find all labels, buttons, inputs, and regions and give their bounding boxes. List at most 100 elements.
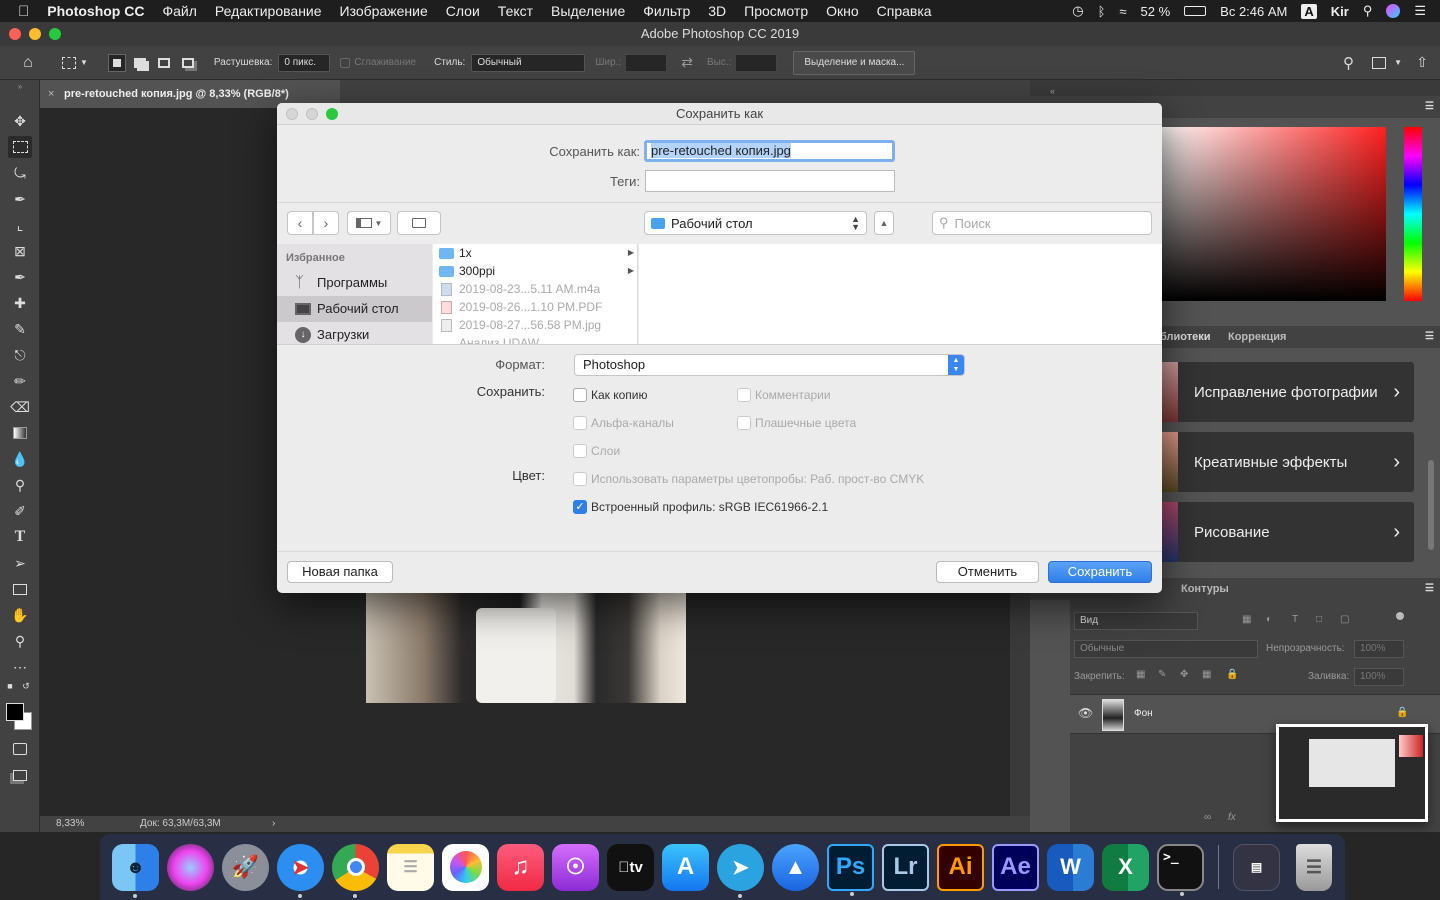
default-colors-icon[interactable]: ■ xyxy=(4,680,16,692)
battery-icon[interactable] xyxy=(1184,6,1207,16)
hand-tool-icon[interactable]: ✋ xyxy=(8,604,32,626)
antialias-checkbox[interactable] xyxy=(340,57,351,68)
search-icon[interactable]: ⚲ xyxy=(1343,54,1354,72)
style-select[interactable]: Обычный xyxy=(471,53,586,72)
subtract-selection-icon[interactable] xyxy=(157,57,170,68)
bluetooth-icon[interactable]: ᛒ xyxy=(1098,4,1106,19)
height-input[interactable] xyxy=(735,53,778,72)
panel-menu-icon[interactable]: ☰ xyxy=(1425,578,1434,600)
menu-filter[interactable]: Фильтр xyxy=(634,3,699,19)
dock-music[interactable]: ♫ xyxy=(497,843,544,891)
filter-pixel-icon[interactable]: ▦ xyxy=(1242,614,1251,625)
blur-tool-icon[interactable]: 💧 xyxy=(8,448,32,470)
history-brush-tool-icon[interactable]: ✏ xyxy=(8,370,32,392)
dock-launchpad[interactable]: 🚀 xyxy=(222,843,269,891)
status-arrow-icon[interactable]: › xyxy=(272,816,275,832)
eraser-tool-icon[interactable]: ⌫ xyxy=(8,396,32,418)
forward-button[interactable]: › xyxy=(313,211,339,235)
dock-illustrator[interactable]: Ai xyxy=(937,843,984,891)
spotlight-icon[interactable]: ⚲ xyxy=(1363,3,1373,19)
filter-smart-object-icon[interactable]: ▢ xyxy=(1340,614,1349,625)
more-tools-icon[interactable]: ⋯ xyxy=(8,656,32,678)
dock-spark[interactable]: ▲ xyxy=(772,843,819,891)
healing-brush-tool-icon[interactable]: ✚ xyxy=(8,292,32,314)
input-source[interactable]: A xyxy=(1301,3,1317,19)
as-copy-checkbox[interactable] xyxy=(573,388,587,402)
fill-input[interactable]: 100% xyxy=(1354,668,1404,686)
format-select[interactable]: Photoshop ▲ ▼ xyxy=(574,354,965,376)
dock-apple-tv[interactable]: tv xyxy=(607,843,654,891)
lock-artboard-icon[interactable]: ▦ xyxy=(1202,669,1211,680)
home-icon[interactable]: ⌂ xyxy=(18,53,38,73)
app-menu[interactable]: Photoshop CC xyxy=(38,3,153,19)
move-tool-icon[interactable]: ✥ xyxy=(8,110,32,132)
gradient-tool-icon[interactable] xyxy=(8,422,32,444)
clock[interactable]: Вс 2:46 AM xyxy=(1220,4,1287,19)
layer-name[interactable]: Фон xyxy=(1134,708,1153,719)
menu-select[interactable]: Выделение xyxy=(542,3,634,19)
opacity-input[interactable]: 100% xyxy=(1354,640,1404,658)
dock-after-effects[interactable]: Ae xyxy=(992,843,1039,891)
sidebar-item-desktop[interactable]: Рабочий стол xyxy=(277,296,432,322)
eyedropper-tool-icon[interactable]: ✒ xyxy=(8,266,32,288)
time-machine-icon[interactable]: ◷ xyxy=(1072,3,1083,19)
tab-adjustments[interactable]: Коррекция xyxy=(1228,326,1286,348)
dock-excel[interactable]: X xyxy=(1102,843,1149,891)
swap-icon[interactable]: ⇄ xyxy=(681,54,693,71)
blend-mode-select[interactable]: Обычные xyxy=(1074,640,1258,658)
crop-tool-icon[interactable]: ⌞ xyxy=(8,214,32,236)
marquee-tool-icon[interactable] xyxy=(8,136,32,158)
filter-shape-icon[interactable]: □ xyxy=(1316,614,1322,625)
foreground-color-swatch[interactable] xyxy=(6,703,24,721)
dock-terminal[interactable]: >_ xyxy=(1157,843,1204,896)
new-selection-icon[interactable] xyxy=(107,53,126,72)
embed-profile-checkbox[interactable]: ✓ xyxy=(573,500,587,514)
new-folder-button[interactable]: Новая папка xyxy=(287,561,393,583)
chevron-down-icon[interactable]: ▼ xyxy=(80,58,88,67)
dock-siri[interactable] xyxy=(167,843,214,891)
expand-collapse-button[interactable]: ▲ xyxy=(874,211,894,235)
comments-checkbox[interactable] xyxy=(737,388,751,402)
dock-word[interactable]: W xyxy=(1047,843,1094,891)
lock-pixels-icon[interactable]: ✎ xyxy=(1158,669,1166,680)
wifi-icon[interactable]: ≈ xyxy=(1119,4,1126,19)
dock-safari[interactable]: ➤ xyxy=(277,843,324,898)
layer-filter-input[interactable]: Вид xyxy=(1074,612,1198,630)
color-field[interactable] xyxy=(1160,127,1386,301)
brush-tool-icon[interactable]: ✎ xyxy=(8,318,32,340)
save-button[interactable]: Сохранить xyxy=(1048,561,1152,583)
alpha-channels-checkbox[interactable] xyxy=(573,416,587,430)
tab-libraries[interactable]: блиотеки xyxy=(1160,326,1211,348)
chevron-down-icon[interactable]: ▼ xyxy=(1394,58,1402,67)
share-icon[interactable]: ⇧ xyxy=(1416,54,1428,71)
learn-card-creative-effects[interactable]: Креативные эффекты › xyxy=(1160,432,1414,492)
battery-percent[interactable]: 52 % xyxy=(1141,4,1171,19)
close-tab-icon[interactable]: × xyxy=(48,80,54,108)
workspace-icon[interactable] xyxy=(1372,56,1386,69)
lock-position-icon[interactable]: ✥ xyxy=(1180,669,1188,680)
location-select[interactable]: Рабочий стол ▲ ▼ xyxy=(644,211,867,235)
dock-notes[interactable]: ☰ xyxy=(387,843,434,891)
pen-tool-icon[interactable]: ✐ xyxy=(8,500,32,522)
rectangle-tool-icon[interactable] xyxy=(8,578,32,600)
intersect-selection-icon[interactable] xyxy=(181,57,194,68)
swap-colors-icon[interactable]: ↺ xyxy=(20,680,32,692)
dock-lightroom[interactable]: Lr xyxy=(882,843,929,891)
eye-icon[interactable]: 👁 xyxy=(1078,706,1093,720)
lock-transparency-icon[interactable]: ▦ xyxy=(1136,669,1145,680)
notification-center-icon[interactable]: ☰ xyxy=(1414,3,1426,19)
zoom-tool-icon[interactable]: ⚲ xyxy=(8,630,32,652)
sidebar-item-applications[interactable]: ᛉ Программы xyxy=(277,270,432,296)
user-menu[interactable]: Kir xyxy=(1331,4,1349,19)
back-button[interactable]: ‹ xyxy=(287,211,313,235)
menu-window[interactable]: Окно xyxy=(817,3,868,19)
quick-select-tool-icon[interactable]: ✒ xyxy=(8,188,32,210)
dock-telegram[interactable]: ➤ xyxy=(717,843,764,898)
dodge-tool-icon[interactable]: ⚲ xyxy=(8,474,32,496)
menu-layer[interactable]: Слои xyxy=(437,3,489,19)
menu-image[interactable]: Изображение xyxy=(331,3,437,19)
menu-3d[interactable]: 3D xyxy=(699,3,735,19)
collapse-panels-icon[interactable]: « xyxy=(1050,86,1055,96)
filter-type-icon[interactable]: T xyxy=(1292,614,1298,625)
spot-colors-checkbox[interactable] xyxy=(737,416,751,430)
